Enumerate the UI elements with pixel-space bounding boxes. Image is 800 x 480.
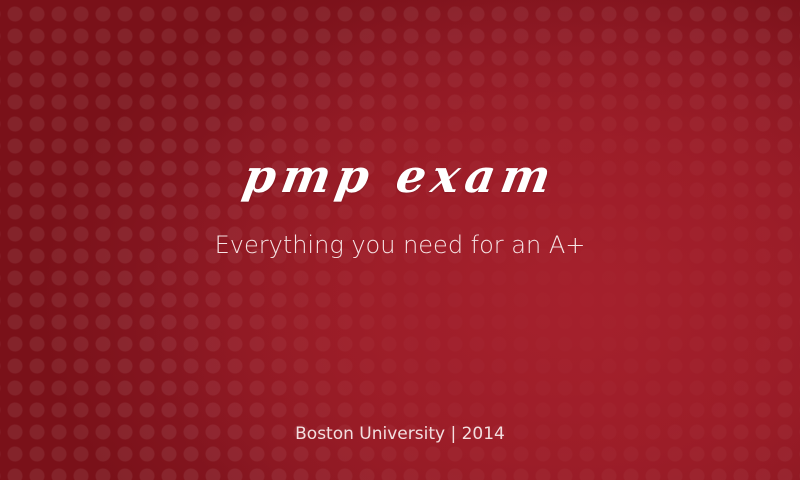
splash-screen: pmp exam Everything you need for an A+ B… — [0, 0, 800, 480]
footer-credit: Boston University | 2014 — [295, 424, 505, 444]
app-tagline: Everything you need for an A+ — [214, 231, 586, 259]
app-title: pmp exam — [239, 149, 561, 203]
